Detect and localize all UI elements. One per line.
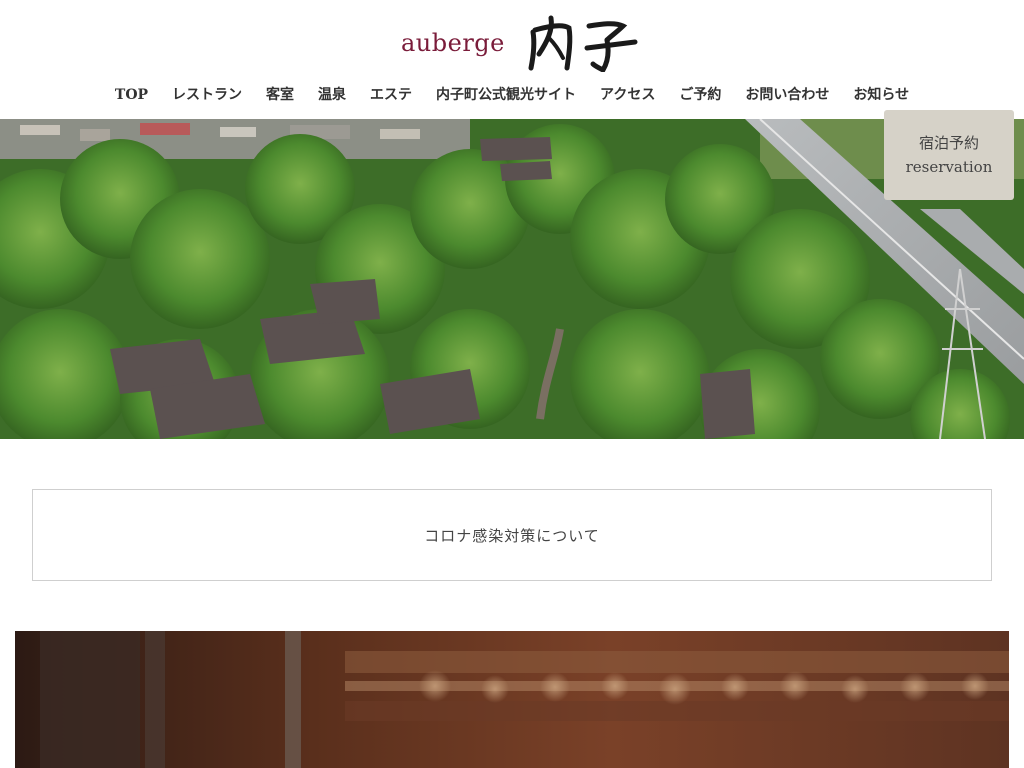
hero-aerial-photo [0, 119, 1024, 439]
covid-notice-link[interactable]: コロナ感染対策について [424, 525, 600, 546]
reservation-label-en: reservation [905, 158, 993, 176]
reservation-label-ja: 宿泊予約 [918, 134, 979, 152]
nav-item-onsen[interactable]: 温泉 [306, 84, 358, 106]
nav-item-tourism-site[interactable]: 内子町公式観光サイト [424, 84, 588, 106]
nav-item-restaurant[interactable]: レストラン [160, 84, 254, 106]
nav-item-contact[interactable]: お問い合わせ [733, 84, 841, 106]
nav-item-access[interactable]: アクセス [588, 84, 667, 106]
restaurant-image [15, 631, 1009, 768]
covid-notice-box[interactable]: コロナ感染対策について [32, 489, 992, 581]
aerial-forest-image [0, 119, 1024, 439]
nav-item-rooms[interactable]: 客室 [254, 84, 306, 106]
logo-calligraphy-mark [528, 15, 638, 72]
site-logo[interactable]: auberge [401, 14, 639, 72]
nav-item-top[interactable]: TOP [103, 84, 160, 106]
nav-item-esthe[interactable]: エステ [358, 84, 424, 106]
site-header: auberge TOP レストラン 客室 温泉 エステ 内子町公式観光サイト ア… [0, 0, 1024, 119]
main-nav: TOP レストラン 客室 温泉 エステ 内子町公式観光サイト アクセス ご予約 … [0, 84, 1024, 106]
logo-wordmark: auberge [401, 29, 505, 57]
nav-item-news[interactable]: お知らせ [841, 84, 921, 106]
nav-item-reservation[interactable]: ご予約 [667, 84, 733, 106]
reservation-button[interactable]: 宿泊予約 reservation [884, 110, 1014, 200]
restaurant-interior-photo [15, 631, 1009, 768]
